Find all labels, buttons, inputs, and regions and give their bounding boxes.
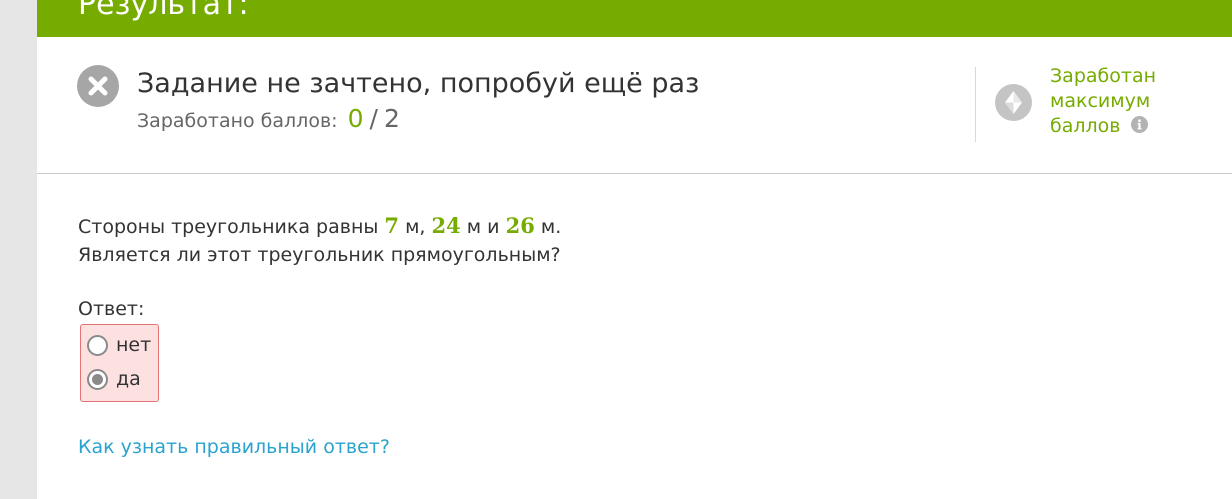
side-c-value: 26 [505,213,535,238]
max-points-line2: максимум [1050,90,1151,112]
max-points-line3-row: баллов [1050,114,1200,139]
max-points-note: Заработан максимум баллов [1050,64,1200,139]
radio-no[interactable] [87,334,108,356]
result-page: Результат: Задание не зачтено, попробуй … [37,0,1232,499]
side-c-unit: м. [540,216,562,238]
option-yes-label: да [116,368,141,390]
max-points-line3: баллов [1050,115,1121,137]
max-points-line1: Заработан [1050,65,1157,87]
score-total: 2 [384,104,400,133]
option-no[interactable]: нет [87,332,151,358]
side-a-unit: м, [405,216,426,238]
side-b-unit: м и [466,216,500,238]
side-a-value: 7 [384,213,400,238]
score-label: Заработано баллов: [137,110,338,132]
question-line1: Стороны треугольника равны 7 м, 24 м и 2… [78,212,561,241]
result-header: Результат: [37,0,1232,37]
side-b-value: 24 [431,213,461,238]
help-link[interactable]: Как узнать правильный ответ? [78,434,390,460]
result-status-text: Задание не зачтено, попробуй ещё раз [137,68,700,99]
answer-label: Ответ: [78,298,145,320]
radio-yes[interactable] [87,368,108,390]
score-line: Заработано баллов: 0 / 2 [137,104,400,136]
header-title: Результат: [78,0,249,22]
score-earned: 0 [347,104,364,133]
question-text: Стороны треугольника равны 7 м, 24 м и 2… [78,212,561,269]
score-separator: / [369,104,378,133]
result-panel: Задание не зачтено, попробуй ещё раз Зар… [37,37,1232,174]
panel-divider [975,67,976,142]
option-yes[interactable]: да [87,366,141,392]
diamond-icon [995,84,1032,121]
question-line2: Является ли этот треугольник прямоугольн… [78,244,561,266]
question-prefix: Стороны треугольника равны [78,216,379,238]
close-icon [77,65,119,107]
info-icon[interactable] [1130,116,1148,133]
option-no-label: нет [116,334,152,356]
answer-options: нет да [80,324,159,402]
